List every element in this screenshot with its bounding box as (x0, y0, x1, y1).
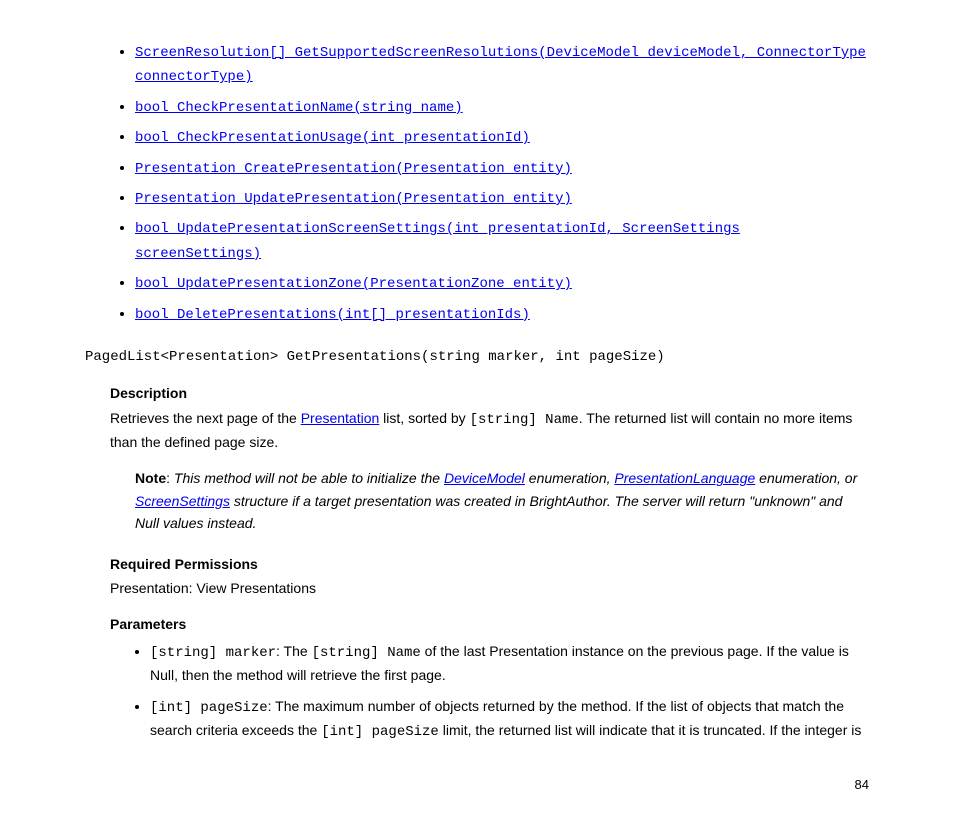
method-link[interactable]: ScreenResolution[] GetSupportedScreenRes… (135, 45, 866, 85)
permissions-text: Presentation: View Presentations (110, 577, 869, 599)
presentation-link[interactable]: Presentation (301, 410, 380, 426)
permissions-heading: Required Permissions (110, 553, 869, 575)
description-heading: Description (110, 382, 869, 404)
param-marker-mono: [string] marker (150, 645, 276, 661)
method-item: Presentation CreatePresentation(Presenta… (135, 156, 869, 180)
method-signature: PagedList<Presentation> GetPresentations… (85, 346, 869, 368)
parameters-list: [string] marker: The [string] Name of th… (110, 640, 869, 744)
devicemodel-link[interactable]: DeviceModel (444, 470, 525, 486)
desc-text-mid: list, sorted by (379, 410, 469, 426)
method-link[interactable]: bool DeletePresentations(int[] presentat… (135, 307, 530, 323)
method-item: bool UpdatePresentationZone(Presentation… (135, 271, 869, 295)
method-item: ScreenResolution[] GetSupportedScreenRes… (135, 40, 869, 89)
method-list: ScreenResolution[] GetSupportedScreenRes… (85, 40, 869, 326)
note-text2: enumeration, (525, 470, 615, 486)
note-block: Note: This method will not be able to in… (135, 467, 869, 534)
param-item: [string] marker: The [string] Name of th… (150, 640, 869, 687)
method-link[interactable]: bool CheckPresentationName(string name) (135, 100, 463, 116)
method-item: bool CheckPresentationUsage(int presenta… (135, 125, 869, 149)
note-colon: : (166, 470, 174, 486)
method-link[interactable]: Presentation CreatePresentation(Presenta… (135, 161, 572, 177)
desc-text-prefix: Retrieves the next page of the (110, 410, 301, 426)
param-item: [int] pageSize: The maximum number of ob… (150, 695, 869, 744)
note-text3: enumeration, or (755, 470, 857, 486)
method-item: bool CheckPresentationName(string name) (135, 95, 869, 119)
method-link[interactable]: Presentation UpdatePresentation(Presenta… (135, 191, 572, 207)
method-link[interactable]: bool CheckPresentationUsage(int presenta… (135, 130, 530, 146)
param-marker-t1: : The (276, 643, 312, 659)
param-pagesize-t2: limit, the returned list will indicate t… (439, 722, 862, 738)
method-item: bool UpdatePresentationScreenSettings(in… (135, 216, 869, 265)
description-section: Description Retrieves the next page of t… (110, 382, 869, 743)
method-link[interactable]: bool UpdatePresentationScreenSettings(in… (135, 221, 740, 261)
presentationlanguage-link[interactable]: PresentationLanguage (614, 470, 755, 486)
description-text: Retrieves the next page of the Presentat… (110, 407, 869, 454)
param-marker-mono2: [string] Name (312, 645, 421, 661)
desc-mono: [string] Name (470, 412, 579, 428)
note-text4: structure if a target presentation was c… (135, 493, 842, 531)
screensettings-link[interactable]: ScreenSettings (135, 493, 230, 509)
method-link[interactable]: bool UpdatePresentationZone(Presentation… (135, 276, 572, 292)
param-pagesize-mono: [int] pageSize (150, 700, 268, 716)
method-item: bool DeletePresentations(int[] presentat… (135, 302, 869, 326)
parameters-heading: Parameters (110, 613, 869, 635)
note-text1: This method will not be able to initiali… (174, 470, 444, 486)
method-item: Presentation UpdatePresentation(Presenta… (135, 186, 869, 210)
note-label: Note (135, 470, 166, 486)
page-number: 84 (85, 775, 869, 796)
